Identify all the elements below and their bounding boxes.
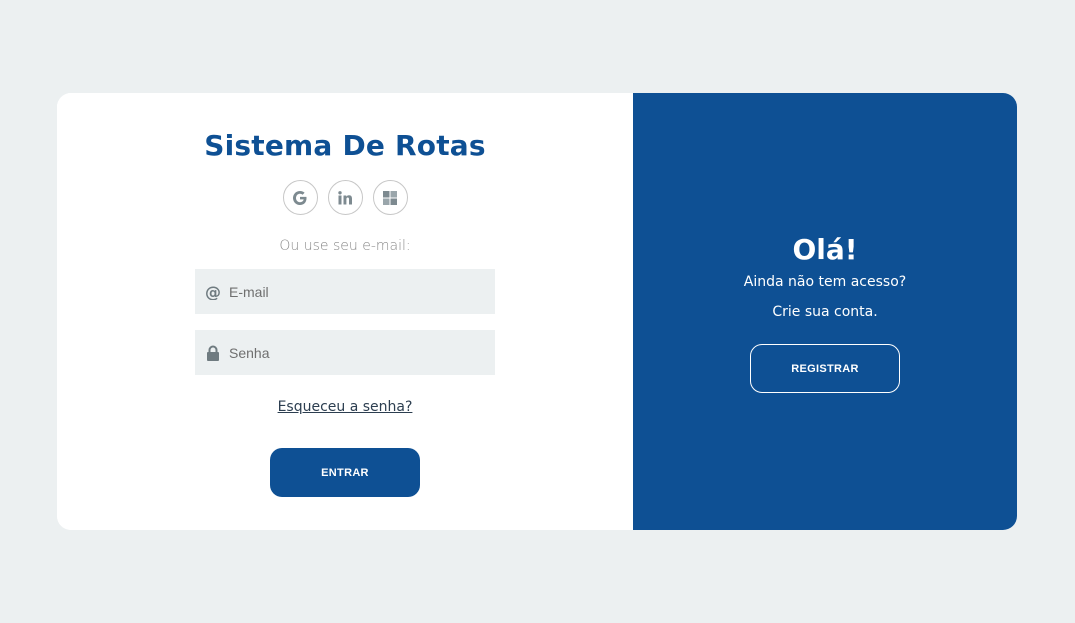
email-input[interactable] xyxy=(229,269,495,314)
google-login-button[interactable] xyxy=(282,180,318,215)
google-icon xyxy=(291,189,309,207)
social-login-group xyxy=(57,180,633,215)
microsoft-login-button[interactable] xyxy=(372,180,408,215)
linkedin-icon xyxy=(337,190,353,206)
lock-icon xyxy=(195,345,229,361)
login-panel: Sistema De Rotas Ou use seu e-mail: @ E-… xyxy=(57,93,633,530)
signup-cta-text: Crie sua conta. xyxy=(772,304,878,320)
page-title: Sistema De Rotas xyxy=(204,129,486,162)
email-hint: Ou use seu e-mail: xyxy=(279,238,411,254)
email-field: @ xyxy=(195,269,495,314)
auth-card: Sistema De Rotas Ou use seu e-mail: @ E-… xyxy=(57,93,1017,530)
microsoft-icon xyxy=(383,190,397,205)
forgot-password-row: Esqueceu a senha? xyxy=(57,399,633,415)
linkedin-login-button[interactable] xyxy=(327,180,363,215)
login-button[interactable]: ENTRAR xyxy=(270,448,420,497)
password-field xyxy=(195,330,495,375)
svg-text:@: @ xyxy=(205,284,221,300)
signup-panel: Olá! Ainda não tem acesso? Crie sua cont… xyxy=(633,93,1017,530)
signup-question: Ainda não tem acesso? xyxy=(743,274,907,290)
password-input[interactable] xyxy=(229,330,495,375)
signup-heading: Olá! xyxy=(792,233,858,266)
register-button[interactable]: REGISTRAR xyxy=(750,344,900,393)
forgot-password-link[interactable]: Esqueceu a senha? xyxy=(278,399,413,415)
at-icon: @ xyxy=(195,284,229,300)
